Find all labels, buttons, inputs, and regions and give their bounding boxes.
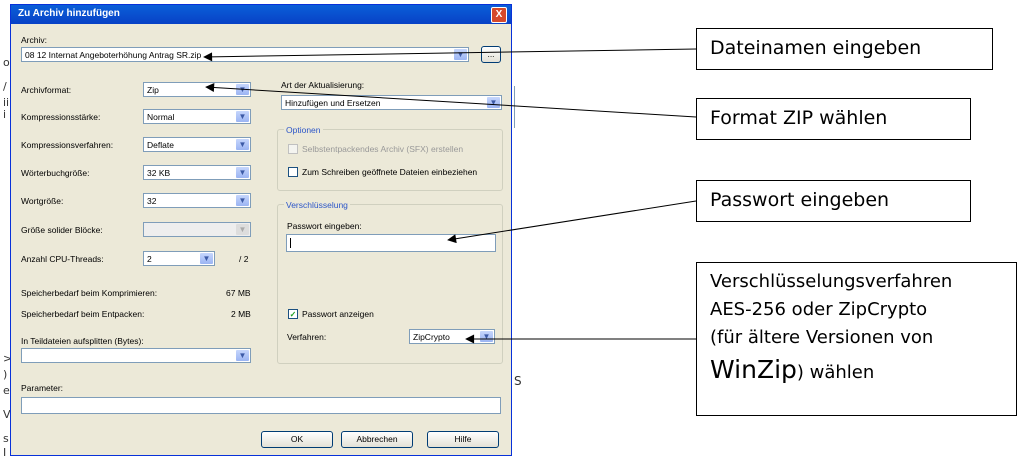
annotation-arrows: [203, 48, 697, 344]
arrow-format: [205, 83, 697, 118]
arrow-filename: [203, 48, 697, 62]
arrow-password: [447, 200, 697, 244]
